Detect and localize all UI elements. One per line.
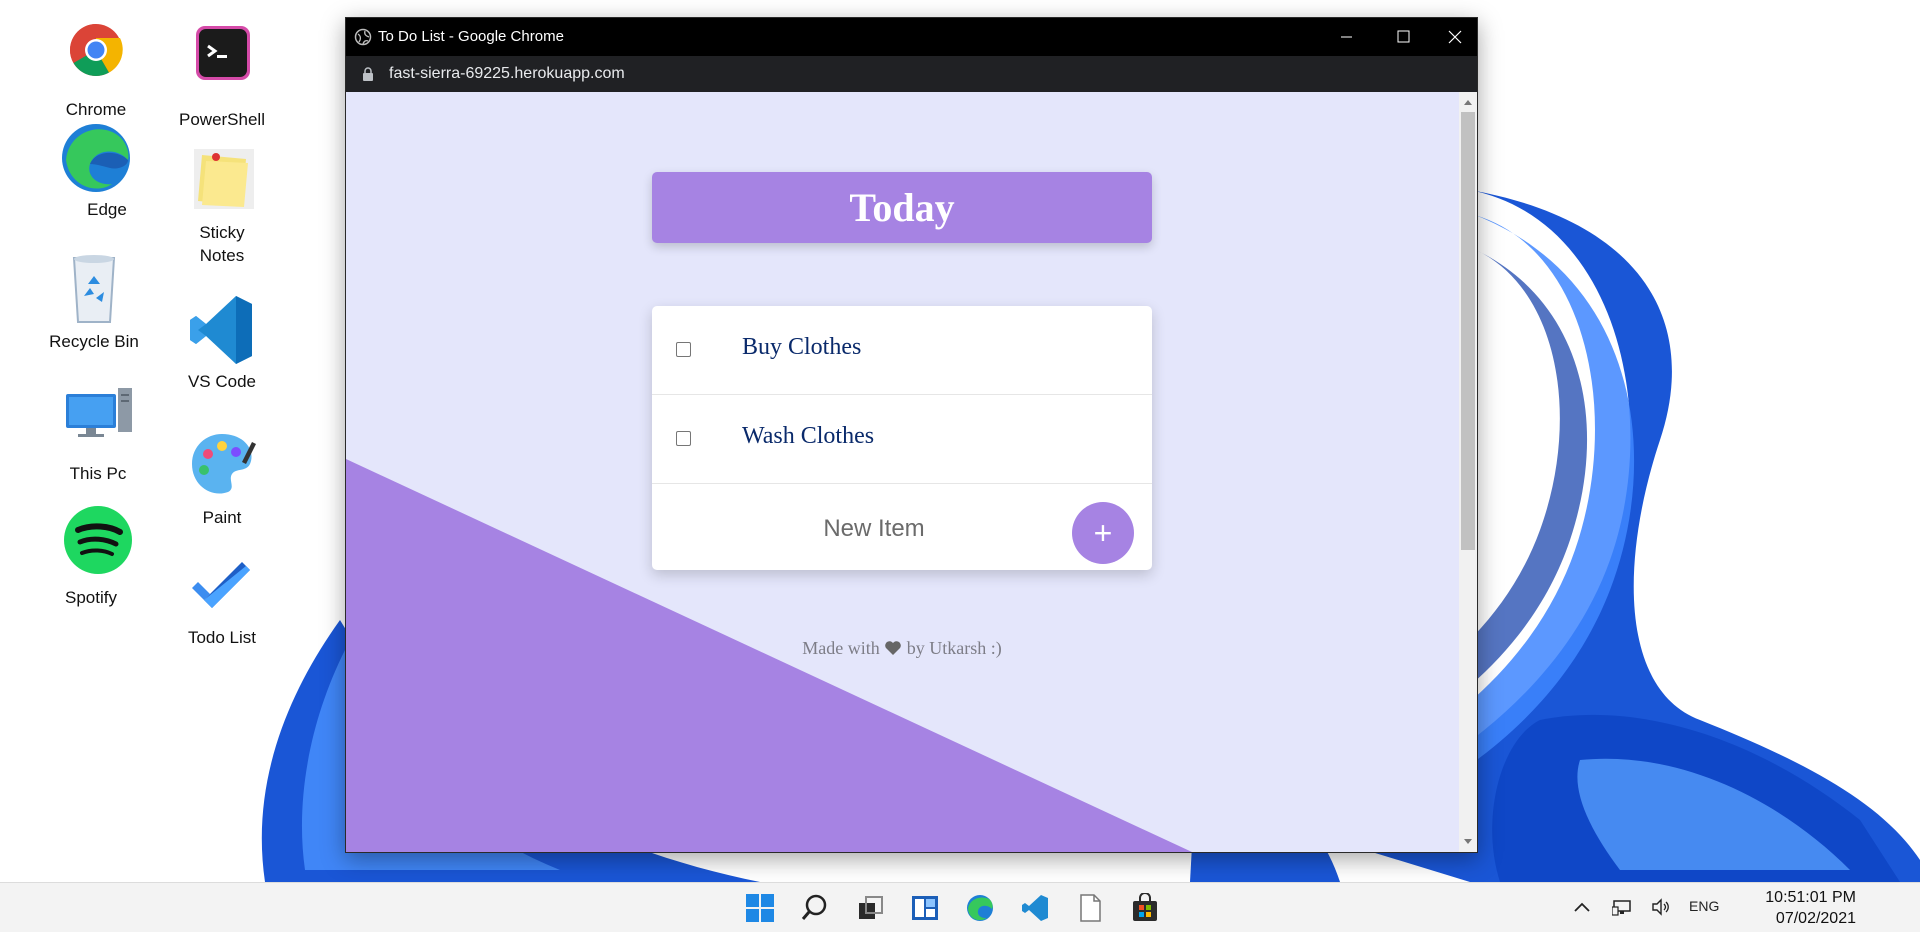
clock-date: 07/02/2021 [1775, 910, 1856, 927]
vscode-icon [190, 296, 252, 364]
add-item-button[interactable]: + [1072, 502, 1134, 564]
recycle-bin-icon [72, 255, 116, 323]
desktop-icon-label: Paint [202, 508, 242, 527]
minimize-button[interactable] [1318, 18, 1375, 56]
language-indicator[interactable]: ENG [1689, 898, 1719, 914]
vscode-taskbar-icon[interactable] [1020, 893, 1050, 923]
taskbar: ENG 10:51:01 PM 07/02/2021 [0, 882, 1920, 932]
task-view-icon[interactable] [855, 893, 885, 923]
chevron-up-icon[interactable] [1572, 898, 1592, 916]
new-item-input[interactable] [692, 508, 1056, 550]
todo-item: Wash Clothes [652, 395, 1152, 484]
todo-card: Buy Clothes Wash Clothes + [652, 306, 1152, 570]
desktop-icon-vscode[interactable]: VS Code [162, 292, 282, 393]
scroll-down-arrow-icon[interactable] [1463, 838, 1473, 846]
computer-icon [66, 388, 132, 437]
close-button[interactable] [1432, 18, 1477, 56]
desktop-icon-label: Edge [87, 200, 127, 219]
page-title: Today [849, 185, 955, 230]
desktop-icon-label: Spotify [65, 588, 117, 607]
footer-suffix: by Utkarsh :) [906, 638, 1002, 658]
desktop-icon-label: Sticky Notes [199, 223, 245, 265]
desktop-icon-todo-list[interactable]: Todo List [162, 548, 282, 649]
minimize-icon [1341, 36, 1352, 38]
desktop-icon-label: Todo List [187, 628, 257, 647]
desktop-icon-label: VS Code [187, 372, 257, 391]
desktop-icon-sticky-notes[interactable]: Sticky Notes [162, 143, 282, 267]
page-viewport: Today Buy Clothes Wash Clothes + Made wi… [346, 92, 1459, 852]
desktop-icon-label: PowerShell [179, 110, 265, 129]
heading-box: Today [652, 172, 1152, 243]
lock-icon [363, 67, 373, 81]
edge-taskbar-icon[interactable] [965, 893, 995, 923]
desktop-icon-spotify[interactable]: Spotify [36, 502, 156, 609]
edge-icon [62, 124, 130, 192]
window-title: To Do List - Google Chrome [378, 28, 564, 45]
clock[interactable]: 10:51:01 PM 07/02/2021 [1765, 887, 1856, 929]
item-checkbox[interactable] [676, 431, 691, 446]
chrome-icon [70, 24, 123, 76]
maximize-button[interactable] [1375, 18, 1432, 56]
chrome-window: To Do List - Google Chrome fast-sierra-6… [345, 17, 1478, 853]
scroll-thumb[interactable] [1461, 112, 1475, 550]
footer: Made with by Utkarsh :) [652, 638, 1152, 659]
new-item-row: + [652, 484, 1152, 570]
scroll-up-arrow-icon[interactable] [1463, 98, 1473, 106]
desktop-icon-edge[interactable]: Edge [36, 120, 156, 221]
url-text: fast-sierra-69225.herokuapp.com [389, 65, 625, 82]
desktop-icon-label: Recycle Bin [49, 332, 139, 351]
sticky-notes-icon [194, 149, 254, 209]
clock-time: 10:51:01 PM [1765, 889, 1856, 906]
close-icon [1448, 30, 1462, 44]
address-bar[interactable]: fast-sierra-69225.herokuapp.com [346, 56, 1477, 92]
desktop-icon-label: This Pc [69, 464, 127, 483]
item-text: Buy Clothes [742, 334, 862, 360]
maximize-icon [1397, 30, 1410, 43]
network-icon[interactable] [1612, 898, 1632, 916]
spotify-icon [64, 506, 132, 574]
desktop-icon-paint[interactable]: Paint [162, 428, 282, 529]
footer-prefix: Made with [802, 638, 880, 658]
globe-icon [354, 28, 372, 46]
todo-check-icon [192, 562, 250, 608]
widgets-icon[interactable] [910, 893, 940, 923]
terminal-icon [196, 26, 250, 80]
vertical-scrollbar[interactable] [1459, 92, 1477, 852]
file-icon[interactable] [1075, 893, 1105, 923]
paint-icon [192, 434, 256, 494]
item-checkbox[interactable] [676, 342, 691, 357]
desktop-icon-this-pc[interactable]: This Pc [38, 384, 158, 485]
desktop-icon-label: Chrome [65, 100, 127, 119]
window-titlebar[interactable]: To Do List - Google Chrome [346, 18, 1477, 56]
desktop-icon-recycle-bin[interactable]: Recycle Bin [34, 252, 154, 353]
search-icon[interactable] [800, 893, 830, 923]
heart-icon [885, 641, 902, 655]
desktop-icon-powershell[interactable]: PowerShell [162, 22, 282, 131]
todo-item: Buy Clothes [652, 306, 1152, 395]
item-text: Wash Clothes [742, 423, 875, 449]
desktop-icon-chrome[interactable]: Chrome [36, 20, 156, 121]
store-icon[interactable] [1130, 893, 1160, 923]
volume-icon[interactable] [1651, 898, 1671, 916]
start-windows-icon[interactable] [745, 893, 775, 923]
